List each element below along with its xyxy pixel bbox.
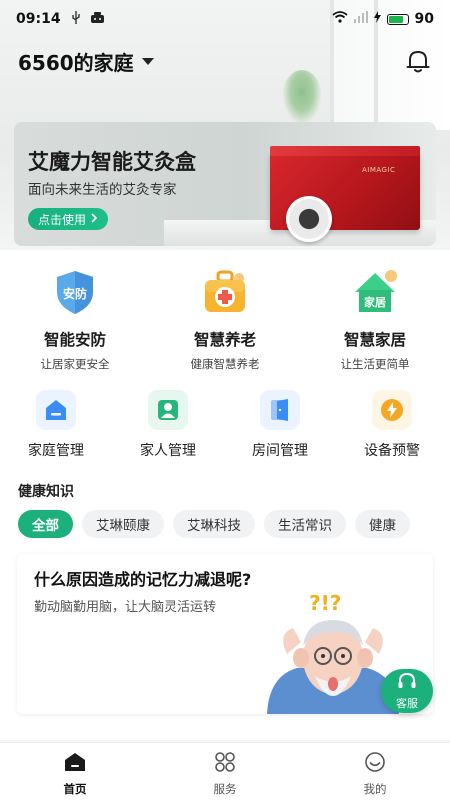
nav-home[interactable]: 首页 [0,743,150,800]
battery-icon [386,13,409,25]
android-icon [90,12,104,26]
service-device-alert[interactable]: 设备预警 [336,390,448,460]
house-icon: 家居 [351,268,399,316]
health-category-chips: 全部 艾琳颐康 艾琳科技 生活常识 健康 [18,510,450,538]
article-title: 什么原因造成的记忆力减退呢? [34,570,252,589]
chip-ailin-tech[interactable]: 艾琳科技 [173,510,255,538]
chip-all[interactable]: 全部 [18,510,73,538]
grid-icon [213,751,237,777]
nav-mine[interactable]: 我的 [300,743,450,800]
person-icon [148,390,188,430]
service-label: 房间管理 [252,443,308,459]
app-header: 6560的家庭 [18,46,432,76]
feature-title: 智慧家居 [343,331,406,349]
wifi-icon [331,11,348,27]
background-plant [282,70,322,125]
moxibustion-device-image [286,196,332,242]
customer-service-label: 客服 [396,696,418,710]
shield-icon: 安防 [51,268,99,316]
bell-icon[interactable] [404,47,432,75]
svg-text:家居: 家居 [364,295,386,309]
feature-title: 智慧养老 [193,331,256,349]
nav-label: 我的 [363,782,387,796]
headset-icon [397,672,417,694]
service-family-members[interactable]: 家人管理 [112,390,224,460]
svg-text:安防: 安防 [63,286,87,301]
customer-service-button[interactable]: 客服 [381,669,433,713]
product-brand: AIMAGIC [362,166,396,174]
health-section-title: 健康知识 [18,484,74,500]
smile-icon [363,751,387,777]
bottom-navigation: 首页 服务 我的 [0,742,450,800]
banner-subtitle: 面向未来生活的艾灸专家 [28,182,177,198]
article-subtitle: 勤动脑勤用脑，让大脑灵活运转 [34,600,217,615]
battery-level: 90 [414,11,434,27]
home-manage-icon [36,390,76,430]
banner-button-label: 点击使用 [38,212,87,227]
svg-text:?!?: ?!? [309,591,341,615]
banner-title: 艾魔力智能艾灸盒 [28,150,196,174]
chevron-down-icon[interactable] [141,57,154,65]
feature-smart-home[interactable]: 家居 智慧家居 让生活更简单 [300,268,450,372]
service-label: 家人管理 [140,443,196,459]
chip-life-tips[interactable]: 生活常识 [264,510,346,538]
usb-icon [71,11,81,27]
chip-ailin-yikang[interactable]: 艾琳颐康 [82,510,164,538]
chip-health[interactable]: 健康 [355,510,410,538]
signal-icon [353,11,368,27]
feature-smart-security[interactable]: 安防 智能安防 让居家更安全 [0,268,150,372]
feature-title: 智能安防 [43,331,106,349]
alert-bolt-icon [372,390,412,430]
feature-subtitle: 让生活更简单 [340,357,410,371]
chevron-right-icon [90,212,98,226]
feature-subtitle: 健康智慧养老 [190,357,260,371]
service-label: 设备预警 [364,443,420,459]
promo-banner[interactable]: 艾魔力智能艾灸盒 面向未来生活的艾灸专家 点击使用 AIMAGIC [14,122,436,246]
feature-smart-elderly-care[interactable]: 智慧养老 健康智慧养老 [150,268,300,372]
feature-subtitle: 让居家更安全 [40,357,110,371]
nav-label: 服务 [213,782,237,796]
medical-kit-icon [201,268,249,316]
nav-label: 首页 [63,782,87,796]
service-room-management[interactable]: 房间管理 [224,390,336,460]
service-label: 家庭管理 [28,443,84,459]
banner-use-button[interactable]: 点击使用 [28,208,109,230]
door-icon [260,390,300,430]
status-time: 09:14 [16,11,61,27]
charging-icon [373,11,381,27]
service-family-management[interactable]: 家庭管理 [0,390,112,460]
home-icon [63,751,87,777]
article-card[interactable]: 什么原因造成的记忆力减退呢? 勤动脑勤用脑，让大脑灵活运转 ?!? [17,554,433,714]
nav-services[interactable]: 服务 [150,743,300,800]
status-bar: 09:14 90 [0,0,450,38]
family-selector[interactable]: 6560的家庭 [18,47,134,76]
